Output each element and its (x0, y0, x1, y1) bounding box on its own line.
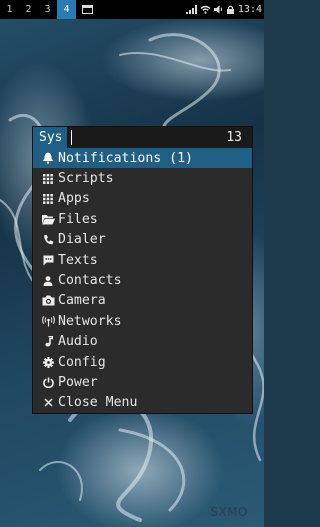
menu-item-label: Camera (58, 293, 106, 309)
phone-icon (41, 233, 55, 247)
workspace-4[interactable]: 4 (57, 0, 76, 19)
menu-item-files[interactable]: Files (33, 209, 252, 229)
workspace-1[interactable]: 1 (0, 0, 19, 19)
power-icon (41, 375, 55, 389)
menu-item-label: Close Menu (58, 395, 138, 411)
menu-item-camera[interactable]: Camera (33, 291, 252, 311)
menu-item-label: Scripts (58, 171, 114, 187)
menu-item-label: Apps (58, 191, 90, 207)
menu-item-label: Power (58, 374, 98, 390)
menu-item-power[interactable]: Power (33, 372, 252, 392)
clock: 13:4 (237, 4, 262, 15)
text-cursor (71, 130, 72, 145)
layout-monocle-icon[interactable] (82, 5, 93, 14)
bell-icon (41, 151, 55, 165)
menu-item-apps[interactable]: Apps (33, 189, 252, 209)
message-icon (41, 253, 55, 267)
sxmo-watermark: SXMO (210, 505, 248, 519)
menu-item-audio[interactable]: Audio (33, 332, 252, 352)
camera-icon (41, 294, 55, 308)
menu-header: Sys 13 (33, 127, 252, 148)
system-menu: Sys 13 Notifications (1) Scripts Apps Fi… (32, 126, 253, 415)
status-indicators: 13:4 (185, 0, 262, 19)
menu-item-label: Contacts (58, 273, 122, 289)
menu-item-label: Dialer (58, 232, 106, 248)
workspace-3[interactable]: 3 (38, 0, 57, 19)
grid-icon (41, 192, 55, 206)
status-bar: 1 2 3 4 13:4 (0, 0, 264, 19)
menu-item-label: Networks (58, 313, 122, 329)
workspace-2[interactable]: 2 (19, 0, 38, 19)
person-icon (41, 274, 55, 288)
menu-item-networks[interactable]: Networks (33, 311, 252, 331)
match-count: 13 (226, 130, 242, 145)
menu-prompt: Sys (33, 127, 67, 148)
menu-item-label: Config (58, 354, 106, 370)
menu-item-scripts[interactable]: Scripts (33, 168, 252, 188)
menu-item-label: Files (58, 211, 98, 227)
menu-item-config[interactable]: Config (33, 352, 252, 372)
lock-icon (226, 5, 234, 14)
menu-item-contacts[interactable]: Contacts (33, 270, 252, 290)
folder-icon (41, 212, 55, 226)
antenna-icon (41, 314, 55, 328)
menu-search-input[interactable] (67, 127, 226, 148)
menu-item-dialer[interactable]: Dialer (33, 230, 252, 250)
menu-item-label: Audio (58, 334, 98, 350)
menu-item-close-menu[interactable]: Close Menu (33, 393, 252, 413)
close-icon (41, 396, 55, 410)
grid-icon (41, 172, 55, 186)
music-note-icon (41, 335, 55, 349)
wifi-icon (200, 5, 211, 14)
menu-item-notifications[interactable]: Notifications (1) (33, 148, 252, 169)
menu-item-label: Notifications (1) (58, 150, 193, 166)
cell-signal-icon (185, 5, 197, 14)
menu-item-label: Texts (58, 252, 98, 268)
speaker-icon (213, 5, 223, 14)
menu-item-texts[interactable]: Texts (33, 250, 252, 270)
gear-icon (41, 355, 55, 369)
